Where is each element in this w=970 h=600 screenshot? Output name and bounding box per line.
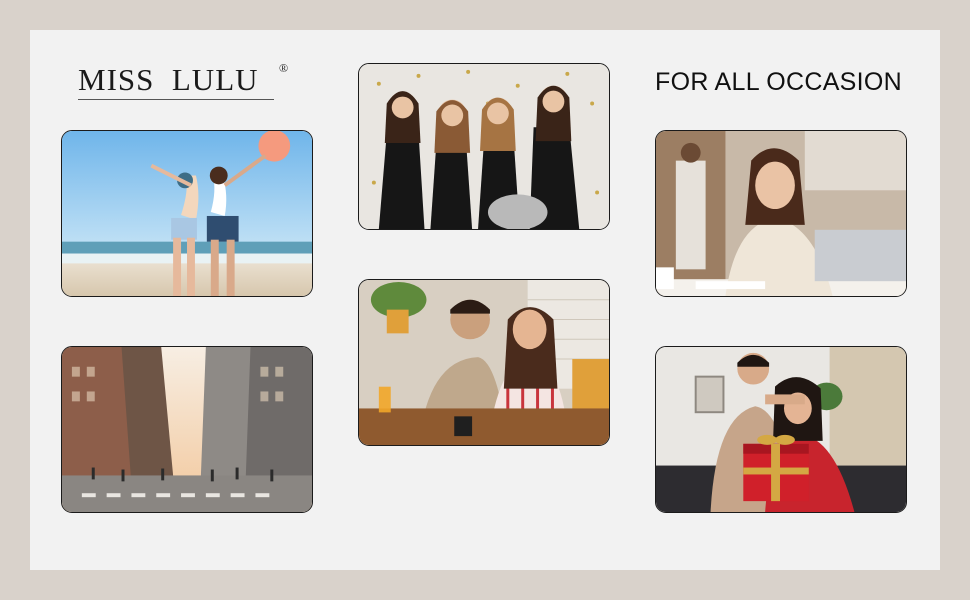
city-scene-image — [62, 347, 312, 512]
cafe-scene-image — [359, 280, 609, 445]
gift-scene-image — [656, 347, 906, 512]
brand-logo: MISS LULU — [78, 62, 259, 97]
beach-scene-image — [62, 131, 312, 296]
photo-party-friends — [358, 63, 610, 230]
photo-couple-cafe — [358, 279, 610, 446]
photo-gift-surprise — [655, 346, 907, 513]
registered-mark: ® — [279, 61, 289, 75]
tagline: FOR ALL OCCASION — [655, 68, 902, 96]
photo-beach-friends — [61, 130, 313, 297]
party-scene-image — [359, 64, 609, 229]
brand-underline — [78, 99, 274, 100]
office-scene-image — [656, 131, 906, 296]
photo-city-street — [61, 346, 313, 513]
photo-woman-laptop — [655, 130, 907, 297]
